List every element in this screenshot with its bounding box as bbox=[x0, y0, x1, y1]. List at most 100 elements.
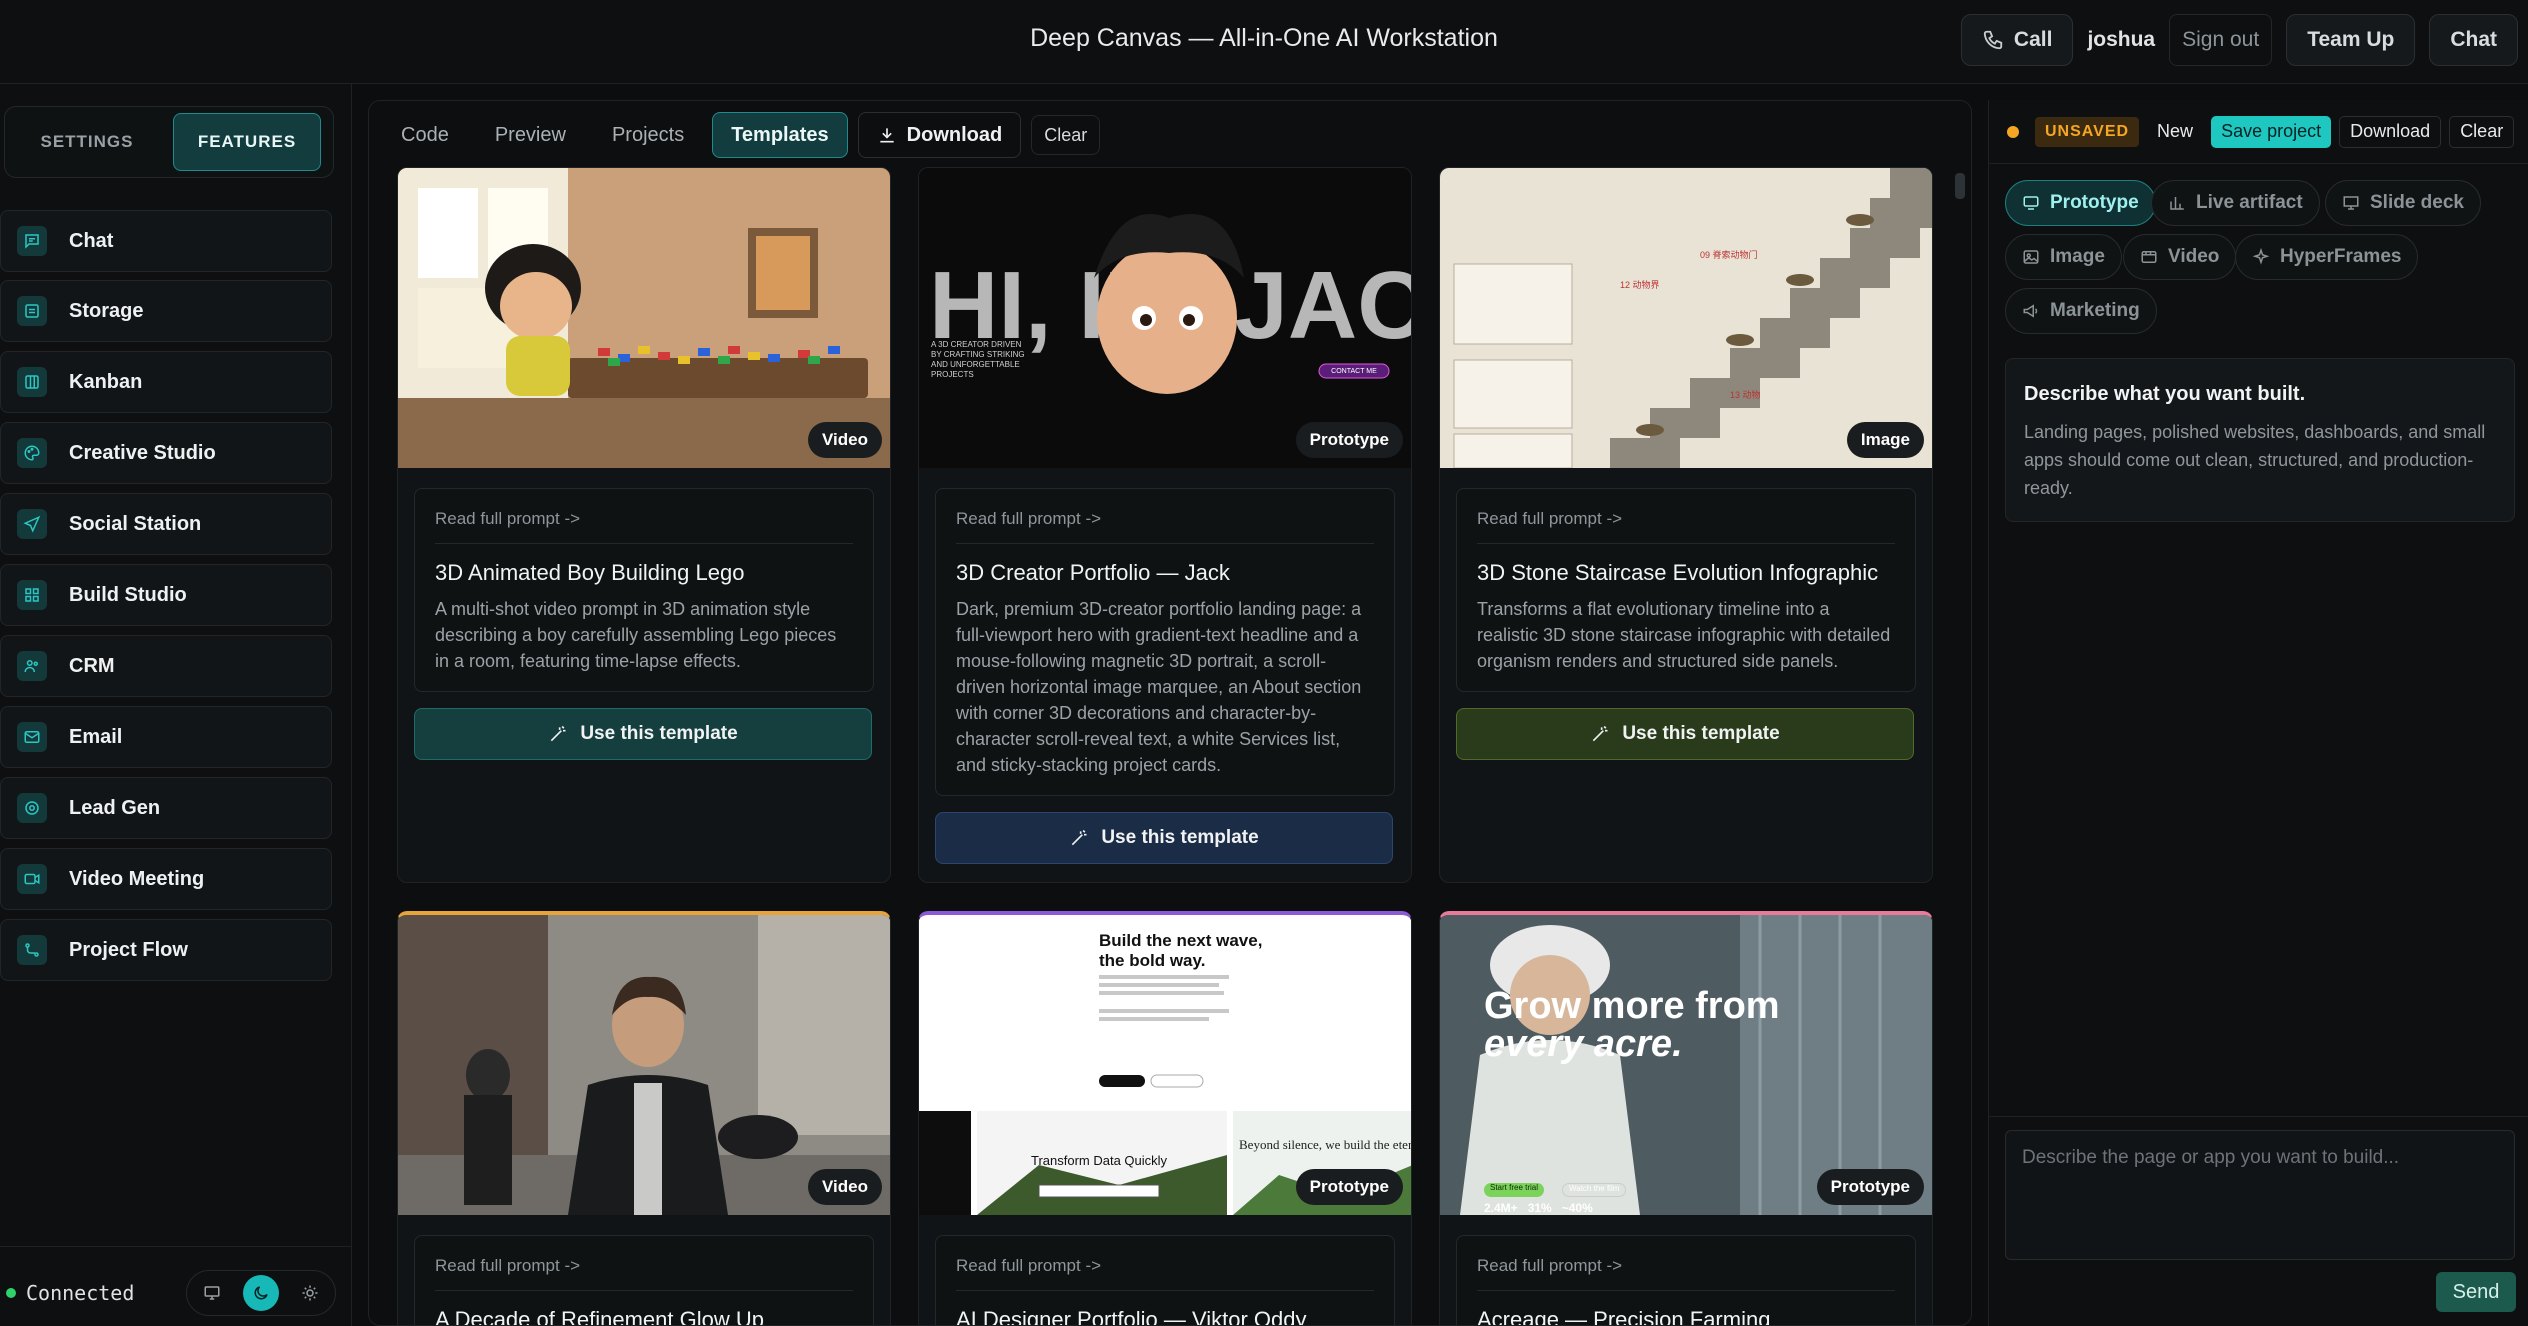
tab-preview[interactable]: Preview bbox=[477, 112, 584, 158]
sidebar-item-label: Build Studio bbox=[69, 583, 187, 606]
project-toolbar: UNSAVED New Save project Download Clear bbox=[1989, 100, 2528, 164]
clear-button[interactable]: Clear bbox=[2449, 115, 2515, 148]
thumbnail-image[interactable]: Build the next wave, the bold way. Trans… bbox=[919, 915, 1411, 1215]
tab-settings[interactable]: SETTINGS bbox=[13, 113, 161, 171]
palette-icon bbox=[17, 438, 47, 468]
sidebar-item-label: Storage bbox=[69, 299, 144, 322]
thumbnail-image[interactable]: Video bbox=[398, 168, 890, 468]
team-up-button[interactable]: Team Up bbox=[2286, 14, 2416, 66]
sidebar-item-lead-gen[interactable]: Lead Gen bbox=[0, 777, 332, 839]
mode-label: Marketing bbox=[2050, 300, 2140, 321]
monitor-icon[interactable] bbox=[194, 1275, 230, 1311]
tab-projects[interactable]: Projects bbox=[594, 112, 702, 158]
slides-icon bbox=[2343, 196, 2359, 210]
call-label: Call bbox=[2013, 28, 2053, 51]
read-full-prompt-link[interactable]: Read full prompt -> bbox=[435, 1256, 853, 1276]
sidebar-item-label: Video Meeting bbox=[69, 867, 205, 890]
prototype-icon bbox=[2023, 196, 2039, 210]
sun-icon[interactable] bbox=[292, 1275, 328, 1311]
template-card: 12 动物界 09 脊索动物门 13 动物 Image Read full prom… bbox=[1439, 167, 1933, 883]
sidebar-item-storage[interactable]: Storage bbox=[0, 280, 332, 342]
sidebar-item-label: Social Station bbox=[69, 512, 202, 535]
tab-code[interactable]: Code bbox=[383, 112, 467, 158]
call-button[interactable]: Call bbox=[1960, 14, 2074, 66]
read-full-prompt-link[interactable]: Read full prompt -> bbox=[956, 1256, 1374, 1276]
sidebar-item-build-studio[interactable]: Build Studio bbox=[0, 564, 332, 626]
download-button[interactable]: Download bbox=[857, 112, 1022, 158]
scrollbar-thumb[interactable] bbox=[1955, 173, 1965, 199]
sidebar-item-label: Chat bbox=[69, 229, 114, 252]
users-icon bbox=[17, 651, 47, 681]
type-badge: Prototype bbox=[1816, 1169, 1924, 1205]
mode-label: Prototype bbox=[2050, 192, 2139, 213]
thumb-headline: Build the next wave, bbox=[1099, 931, 1263, 950]
prompt-input[interactable]: Describe the page or app you want to bui… bbox=[2005, 1130, 2515, 1260]
download-button[interactable]: Download bbox=[2339, 115, 2442, 148]
thumb-subheading: Transform Data Quickly bbox=[1031, 1153, 1168, 1168]
sidebar-item-social-station[interactable]: Social Station bbox=[0, 493, 332, 555]
tab-features[interactable]: FEATURES bbox=[173, 113, 321, 171]
save-project-button[interactable]: Save project bbox=[2211, 115, 2332, 148]
describe-text: Landing pages, polished websites, dashbo… bbox=[2024, 422, 2486, 498]
mail-icon bbox=[17, 722, 47, 752]
tab-templates[interactable]: Templates bbox=[712, 112, 848, 158]
type-badge: Image bbox=[1846, 422, 1924, 458]
use-template-button[interactable]: Use this template bbox=[414, 708, 872, 760]
status-dot bbox=[6, 1288, 16, 1298]
sidebar-item-chat[interactable]: Chat bbox=[0, 210, 332, 272]
mode-video[interactable]: Video bbox=[2123, 234, 2237, 280]
use-template-button[interactable]: Use this template bbox=[1456, 708, 1914, 760]
read-full-prompt-link[interactable]: Read full prompt -> bbox=[435, 509, 853, 529]
thumbnail-image[interactable]: Grow more from every acre. Start free tr… bbox=[1440, 915, 1932, 1215]
mode-prototype[interactable]: Prototype bbox=[2005, 180, 2156, 226]
mode-image[interactable]: Image bbox=[2005, 234, 2122, 280]
thumb-headline: Grow more from bbox=[1484, 985, 1780, 1027]
sidebar-item-label: Kanban bbox=[69, 370, 143, 393]
clear-button[interactable]: Clear bbox=[1031, 115, 1101, 155]
mode-live-artifact[interactable]: Live artifact bbox=[2151, 180, 2320, 226]
megaphone-icon bbox=[2023, 304, 2038, 318]
storage-icon bbox=[17, 296, 47, 326]
chat-button[interactable]: Chat bbox=[2429, 14, 2518, 66]
top-actions: Call joshua Sign out Team Up Chat bbox=[1960, 14, 2518, 66]
template-card: Video Read full prompt -> 3D Animated Bo… bbox=[397, 167, 891, 883]
moon-icon[interactable] bbox=[242, 1275, 279, 1311]
sidebar-item-project-flow[interactable]: Project Flow bbox=[0, 919, 332, 981]
thumbnail-image[interactable]: HI, I'M JACK A 3D CREATOR DRIVEN BY CRAF… bbox=[919, 168, 1411, 468]
send-button[interactable]: Send bbox=[2436, 1272, 2516, 1312]
sidebar-item-crm[interactable]: CRM bbox=[0, 635, 332, 697]
mode-marketing[interactable]: Marketing bbox=[2005, 288, 2157, 334]
describe-card: Describe what you want built. Landing pa… bbox=[2005, 358, 2515, 522]
thumb-stats: 2.4M+ 31% ~40% bbox=[1484, 1201, 1593, 1215]
template-card: Video Read full prompt -> A Decade of Re… bbox=[397, 911, 891, 1325]
mode-hyperframes[interactable]: HyperFrames bbox=[2235, 234, 2419, 280]
use-template-button[interactable]: Use this template bbox=[935, 812, 1393, 864]
read-full-prompt-link[interactable]: Read full prompt -> bbox=[1477, 509, 1895, 529]
right-panel: UNSAVED New Save project Download Clear … bbox=[1988, 100, 2528, 1326]
svg-text:12 动物界: 12 动物界 bbox=[1620, 279, 1660, 290]
read-full-prompt-link[interactable]: Read full prompt -> bbox=[956, 509, 1374, 529]
sidebar-item-creative-studio[interactable]: Creative Studio bbox=[0, 422, 332, 484]
grid-icon bbox=[17, 580, 47, 610]
card-title: 3D Animated Boy Building Lego bbox=[435, 560, 745, 585]
thumb-contact-button: CONTACT ME bbox=[1331, 367, 1377, 375]
thumbnail-image[interactable]: 12 动物界 09 脊索动物门 13 动物 Image bbox=[1440, 168, 1932, 468]
read-full-prompt-link[interactable]: Read full prompt -> bbox=[1477, 1256, 1895, 1276]
sidebar-item-video-meeting[interactable]: Video Meeting bbox=[0, 848, 332, 910]
sparkle-icon bbox=[2252, 248, 2270, 265]
connection-status: Connected bbox=[6, 1268, 156, 1318]
type-badge: Video bbox=[808, 422, 882, 458]
target-icon bbox=[17, 793, 47, 823]
chat-icon bbox=[17, 226, 47, 256]
card-info: Read full prompt -> AI Designer Portfoli… bbox=[935, 1235, 1395, 1325]
sidebar-item-kanban[interactable]: Kanban bbox=[0, 351, 332, 413]
card-info: Read full prompt -> 3D Stone Staircase E… bbox=[1456, 488, 1916, 692]
magic-wand-icon bbox=[551, 725, 566, 742]
status-badge: UNSAVED bbox=[2035, 116, 2140, 147]
sidebar-item-email[interactable]: Email bbox=[0, 706, 332, 768]
thumbnail-image[interactable]: Video bbox=[398, 915, 890, 1215]
mode-slide-deck[interactable]: Slide deck bbox=[2325, 180, 2481, 226]
card-title: 3D Creator Portfolio — Jack bbox=[956, 560, 1230, 585]
new-button[interactable]: New bbox=[2147, 116, 2203, 148]
sign-out-button[interactable]: Sign out bbox=[2169, 14, 2273, 66]
